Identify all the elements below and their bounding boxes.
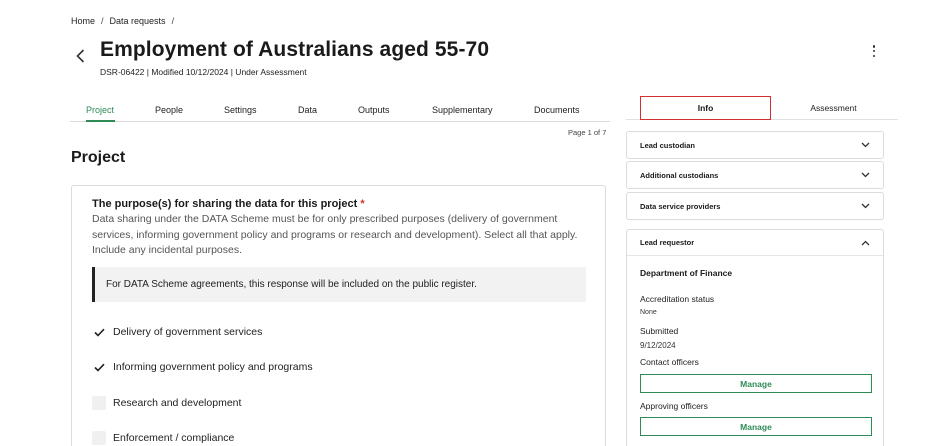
- question-label-text: The purpose(s) for sharing the data for …: [92, 198, 358, 210]
- notice-text: For DATA Scheme agreements, this respons…: [106, 279, 477, 290]
- page-count: Page 1 of 7: [568, 128, 607, 137]
- option-label: Research and development: [113, 397, 242, 409]
- accordion-header[interactable]: Additional custodians: [627, 162, 883, 188]
- accordion-lead-requestor: Lead requestor Department of Finance Acc…: [626, 229, 884, 446]
- accordion-label: Lead custodian: [640, 140, 696, 150]
- chevron-left-icon: [75, 49, 84, 63]
- breadcrumb-separator: /: [101, 16, 104, 26]
- chevron-down-icon: [861, 142, 870, 148]
- option-delivery-of-government-services[interactable]: Delivery of government services: [92, 325, 262, 339]
- accreditation-label: Accreditation status: [640, 294, 715, 304]
- accordion-additional-custodians: Additional custodians: [626, 161, 884, 189]
- side-tab-assessment[interactable]: Assessment: [771, 96, 896, 120]
- requestor-organisation: Department of Finance: [640, 268, 733, 278]
- breadcrumb-data-requests[interactable]: Data requests: [110, 16, 166, 26]
- kebab-dot-icon: [872, 49, 876, 53]
- contact-officers-label: Contact officers: [640, 357, 699, 367]
- accordion-label: Lead requestor: [640, 238, 695, 247]
- accreditation-value: None: [640, 309, 657, 316]
- submitted-value: 9/12/2024: [640, 341, 676, 350]
- question-label: The purpose(s) for sharing the data for …: [92, 198, 365, 210]
- checkbox-checked[interactable]: [92, 325, 106, 339]
- tab-settings[interactable]: Settings: [224, 105, 257, 115]
- chevron-down-icon: [861, 172, 870, 178]
- option-label: Informing government policy and programs: [113, 361, 313, 373]
- question-card: The purpose(s) for sharing the data for …: [71, 185, 606, 446]
- manage-contact-officers-button[interactable]: Manage: [640, 374, 872, 393]
- option-informing-government-policy[interactable]: Informing government policy and programs: [92, 360, 313, 374]
- accordion-label: Additional custodians: [640, 170, 719, 180]
- accordion-lead-custodian: Lead custodian: [626, 131, 884, 159]
- accordion-label: Data service providers: [640, 201, 721, 211]
- tab-data[interactable]: Data: [298, 105, 317, 115]
- tab-people[interactable]: People: [155, 105, 183, 115]
- main-tabs: Project People Settings Data Outputs Sup…: [70, 100, 610, 122]
- kebab-dot-icon: [872, 54, 876, 57]
- option-enforcement-compliance[interactable]: Enforcement / compliance: [92, 431, 234, 445]
- submitted-label: Submitted: [640, 326, 679, 336]
- accordion-header[interactable]: Lead requestor: [627, 230, 883, 256]
- public-register-notice: For DATA Scheme agreements, this respons…: [92, 267, 586, 302]
- option-label: Delivery of government services: [113, 326, 263, 338]
- page-title: Employment of Australians aged 55-70: [100, 38, 490, 61]
- option-research-and-development[interactable]: Research and development: [92, 396, 241, 410]
- chevron-down-icon: [861, 203, 870, 209]
- accordion-data-service-providers: Data service providers: [626, 192, 884, 220]
- question-help-text: Data sharing under the DATA Scheme must …: [92, 213, 578, 256]
- back-button[interactable]: [72, 48, 88, 64]
- side-tab-info[interactable]: Info: [640, 96, 771, 120]
- tab-project[interactable]: Project: [86, 105, 114, 115]
- checkbox-unchecked[interactable]: [92, 431, 106, 445]
- accordion-header[interactable]: Data service providers: [627, 193, 883, 219]
- check-icon: [93, 328, 105, 337]
- manage-approving-officers-button[interactable]: Manage: [640, 417, 872, 436]
- breadcrumb: Home / Data requests /: [71, 16, 174, 26]
- checkbox-checked[interactable]: [92, 360, 106, 374]
- tab-supplementary[interactable]: Supplementary: [432, 105, 493, 115]
- approving-officers-label: Approving officers: [640, 401, 708, 411]
- side-panel-tabs: Info Assessment: [626, 96, 898, 120]
- breadcrumb-home[interactable]: Home: [71, 16, 95, 26]
- check-icon: [93, 363, 105, 372]
- accordion-header[interactable]: Lead custodian: [627, 132, 883, 158]
- kebab-dot-icon: [872, 45, 876, 48]
- active-tab-indicator: [86, 120, 115, 122]
- section-title: Project: [71, 149, 126, 166]
- required-marker: *: [360, 198, 365, 210]
- tab-documents[interactable]: Documents: [534, 105, 580, 115]
- option-label: Enforcement / compliance: [113, 432, 235, 444]
- checkbox-unchecked[interactable]: [92, 396, 106, 410]
- tab-outputs[interactable]: Outputs: [358, 105, 390, 115]
- chevron-up-icon: [861, 240, 870, 245]
- page-subtitle: DSR-06422 | Modified 10/12/2024 | Under …: [100, 67, 307, 77]
- more-options-button[interactable]: [868, 44, 880, 58]
- breadcrumb-separator: /: [171, 16, 175, 26]
